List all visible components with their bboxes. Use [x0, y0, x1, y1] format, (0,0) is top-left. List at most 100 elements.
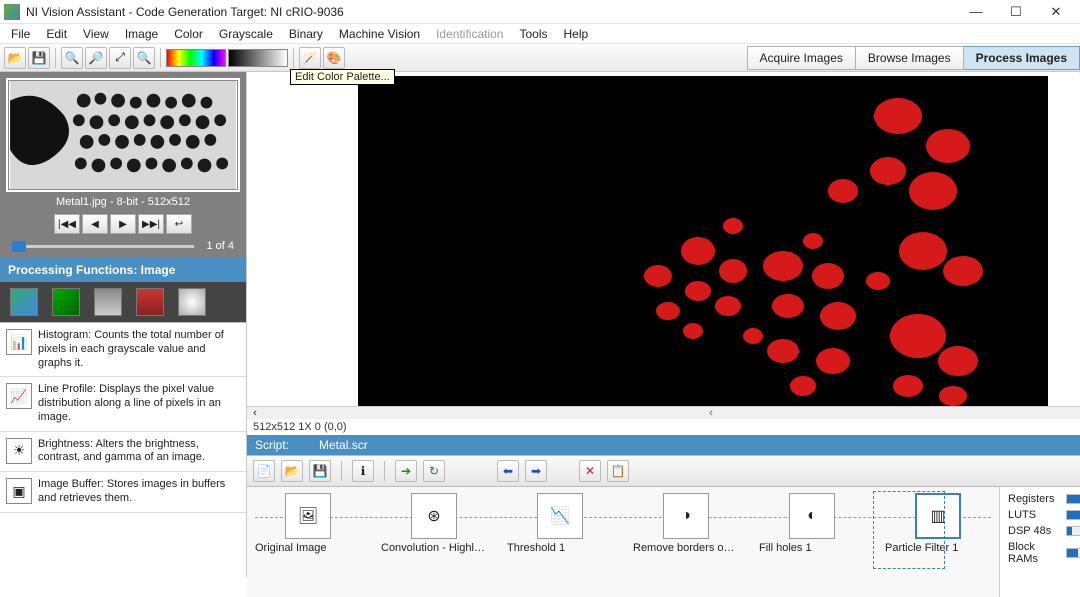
- perf-bar: [1066, 494, 1080, 504]
- thumbnail-caption: Metal1.jpg - 8-bit - 512x512: [6, 192, 240, 212]
- pf-item-text: Brightness: Alters the brightness, contr…: [38, 438, 240, 466]
- script-open-icon[interactable]: 📂: [281, 460, 303, 482]
- menu-binary[interactable]: Binary: [282, 25, 330, 43]
- image-canvas-area: [247, 72, 1080, 406]
- script-step-4[interactable]: ◐ Fill holes 1: [759, 493, 865, 554]
- minimize-button[interactable]: —: [956, 0, 996, 24]
- step-label: Threshold 1: [507, 542, 613, 554]
- zoom-1x-icon[interactable]: 🔍: [133, 47, 155, 69]
- image-browser: Metal1.jpg - 8-bit - 512x512 |◀◀ ◀ ▶ ▶▶|…: [0, 72, 246, 258]
- script-step-fwd-icon[interactable]: ➡: [525, 460, 547, 482]
- script-toolbar: 📄 📂 💾 ℹ ➔ ↻ ⬅ ➡ ✕ 📋: [247, 455, 1080, 487]
- menu-identification: Identification: [429, 25, 510, 43]
- script-info-icon[interactable]: ℹ: [352, 460, 374, 482]
- perf-label: Registers: [1008, 493, 1066, 505]
- step-label: Fill holes 1: [759, 542, 865, 554]
- reload-button[interactable]: ↩: [166, 214, 192, 234]
- last-button[interactable]: ▶▶|: [138, 214, 164, 234]
- processing-functions-header: Processing Functions: Image: [0, 258, 246, 282]
- perf-row-dsp-48s: DSP 48s10 %: [1008, 525, 1080, 537]
- script-step-5[interactable]: ▥Particle Filter 1: [885, 493, 991, 554]
- script-step-0[interactable]: 🖼 Original Image: [255, 493, 361, 554]
- pf-item-icon: 📊: [6, 329, 32, 355]
- script-bar: Script: Metal.scr: [247, 435, 1080, 455]
- zoom-out-icon[interactable]: 🔎: [85, 47, 107, 69]
- page-label: 1 of 4: [206, 240, 234, 252]
- script-run-icon[interactable]: ➔: [395, 460, 417, 482]
- canvas-status: 512x512 1X 0 (0,0): [247, 419, 1080, 435]
- grayscale-palette-strip[interactable]: [228, 49, 288, 67]
- processing-categories: [0, 282, 246, 322]
- pf-item-icon: ☀: [6, 438, 32, 464]
- menu-color[interactable]: Color: [167, 25, 210, 43]
- next-button[interactable]: ▶: [110, 214, 136, 234]
- browser-nav: |◀◀ ◀ ▶ ▶▶| ↩: [6, 214, 240, 234]
- pf-item-3[interactable]: ▣Image Buffer: Stores images in buffers …: [0, 472, 246, 513]
- script-step-2[interactable]: 📉 Threshold 1: [507, 493, 613, 554]
- maximize-button[interactable]: ☐: [996, 0, 1036, 24]
- category-image-icon[interactable]: [10, 288, 38, 316]
- thumbnail[interactable]: [8, 80, 238, 190]
- perf-row-luts: LUTS36 %: [1008, 509, 1080, 521]
- save-icon[interactable]: 💾: [28, 47, 50, 69]
- menu-bar: FileEditViewImageColorGrayscaleBinaryMac…: [0, 24, 1080, 44]
- script-name: Metal.scr: [319, 438, 368, 452]
- category-mv-icon[interactable]: [178, 288, 206, 316]
- open-icon[interactable]: 📂: [4, 47, 26, 69]
- script-delete-icon[interactable]: ✕: [579, 460, 601, 482]
- script-step-1[interactable]: ⊛Convolution - Highlight..: [381, 493, 487, 554]
- menu-image[interactable]: Image: [118, 25, 165, 43]
- main-toolbar: 📂 💾 🔍 🔎 ⤢ 🔍 🪄 🎨 Acquire Images Browse Im…: [0, 44, 1080, 72]
- step-icon: 🖼: [285, 493, 331, 539]
- step-icon: ⊛: [411, 493, 457, 539]
- script-loop-icon[interactable]: ↻: [423, 460, 445, 482]
- step-icon: ◐: [789, 493, 835, 539]
- menu-file[interactable]: File: [4, 25, 37, 43]
- window-title: NI Vision Assistant - Code Generation Ta…: [26, 5, 956, 19]
- perf-bar: [1066, 526, 1080, 536]
- menu-grayscale[interactable]: Grayscale: [212, 25, 280, 43]
- close-button[interactable]: ✕: [1036, 0, 1076, 24]
- menu-help[interactable]: Help: [557, 25, 596, 43]
- prev-button[interactable]: ◀: [82, 214, 108, 234]
- menu-view[interactable]: View: [76, 25, 116, 43]
- step-label: Remove borders objec..: [633, 542, 739, 554]
- zoom-fit-icon[interactable]: ⤢: [109, 47, 131, 69]
- pf-item-icon: ▣: [6, 478, 32, 504]
- script-step-back-icon[interactable]: ⬅: [497, 460, 519, 482]
- perf-label: LUTS: [1008, 509, 1066, 521]
- script-step-3[interactable]: ◑Remove borders objec..: [633, 493, 739, 554]
- pf-item-text: Histogram: Counts the total number of pi…: [38, 329, 240, 370]
- canvas-hscroll[interactable]: ‹‹›: [247, 406, 1080, 419]
- category-binary-icon[interactable]: [136, 288, 164, 316]
- color-palette-strip[interactable]: [166, 49, 226, 67]
- script-edit-icon[interactable]: 📋: [607, 460, 629, 482]
- menu-edit[interactable]: Edit: [39, 25, 74, 43]
- perf-row-block-rams: Block RAMs22 %: [1008, 541, 1080, 565]
- step-icon: 📉: [537, 493, 583, 539]
- tab-acquire-images[interactable]: Acquire Images: [747, 46, 856, 70]
- palette-icon[interactable]: 🎨: [323, 47, 345, 69]
- image-canvas[interactable]: [358, 76, 1048, 406]
- perf-label: Block RAMs: [1008, 541, 1066, 565]
- step-label: Original Image: [255, 542, 361, 554]
- pf-item-text: Line Profile: Displays the pixel value d…: [38, 383, 240, 424]
- script-label: Script:: [255, 438, 289, 452]
- tooltip: Edit Color Palette...: [290, 69, 395, 85]
- script-save-icon[interactable]: 💾: [309, 460, 331, 482]
- pf-item-0[interactable]: 📊Histogram: Counts the total number of p…: [0, 323, 246, 377]
- menu-tools[interactable]: Tools: [512, 25, 554, 43]
- browser-slider[interactable]: [12, 245, 194, 248]
- script-new-icon[interactable]: 📄: [253, 460, 275, 482]
- menu-machine-vision[interactable]: Machine Vision: [332, 25, 427, 43]
- first-button[interactable]: |◀◀: [54, 214, 80, 234]
- category-color-icon[interactable]: [52, 288, 80, 316]
- tab-process-images[interactable]: Process Images: [964, 46, 1080, 70]
- perf-bar: [1066, 548, 1080, 558]
- wand-icon[interactable]: 🪄: [299, 47, 321, 69]
- pf-item-1[interactable]: 📈Line Profile: Displays the pixel value …: [0, 377, 246, 431]
- zoom-in-icon[interactable]: 🔍: [61, 47, 83, 69]
- tab-browse-images[interactable]: Browse Images: [856, 46, 964, 70]
- category-grayscale-icon[interactable]: [94, 288, 122, 316]
- pf-item-2[interactable]: ☀Brightness: Alters the brightness, cont…: [0, 432, 246, 473]
